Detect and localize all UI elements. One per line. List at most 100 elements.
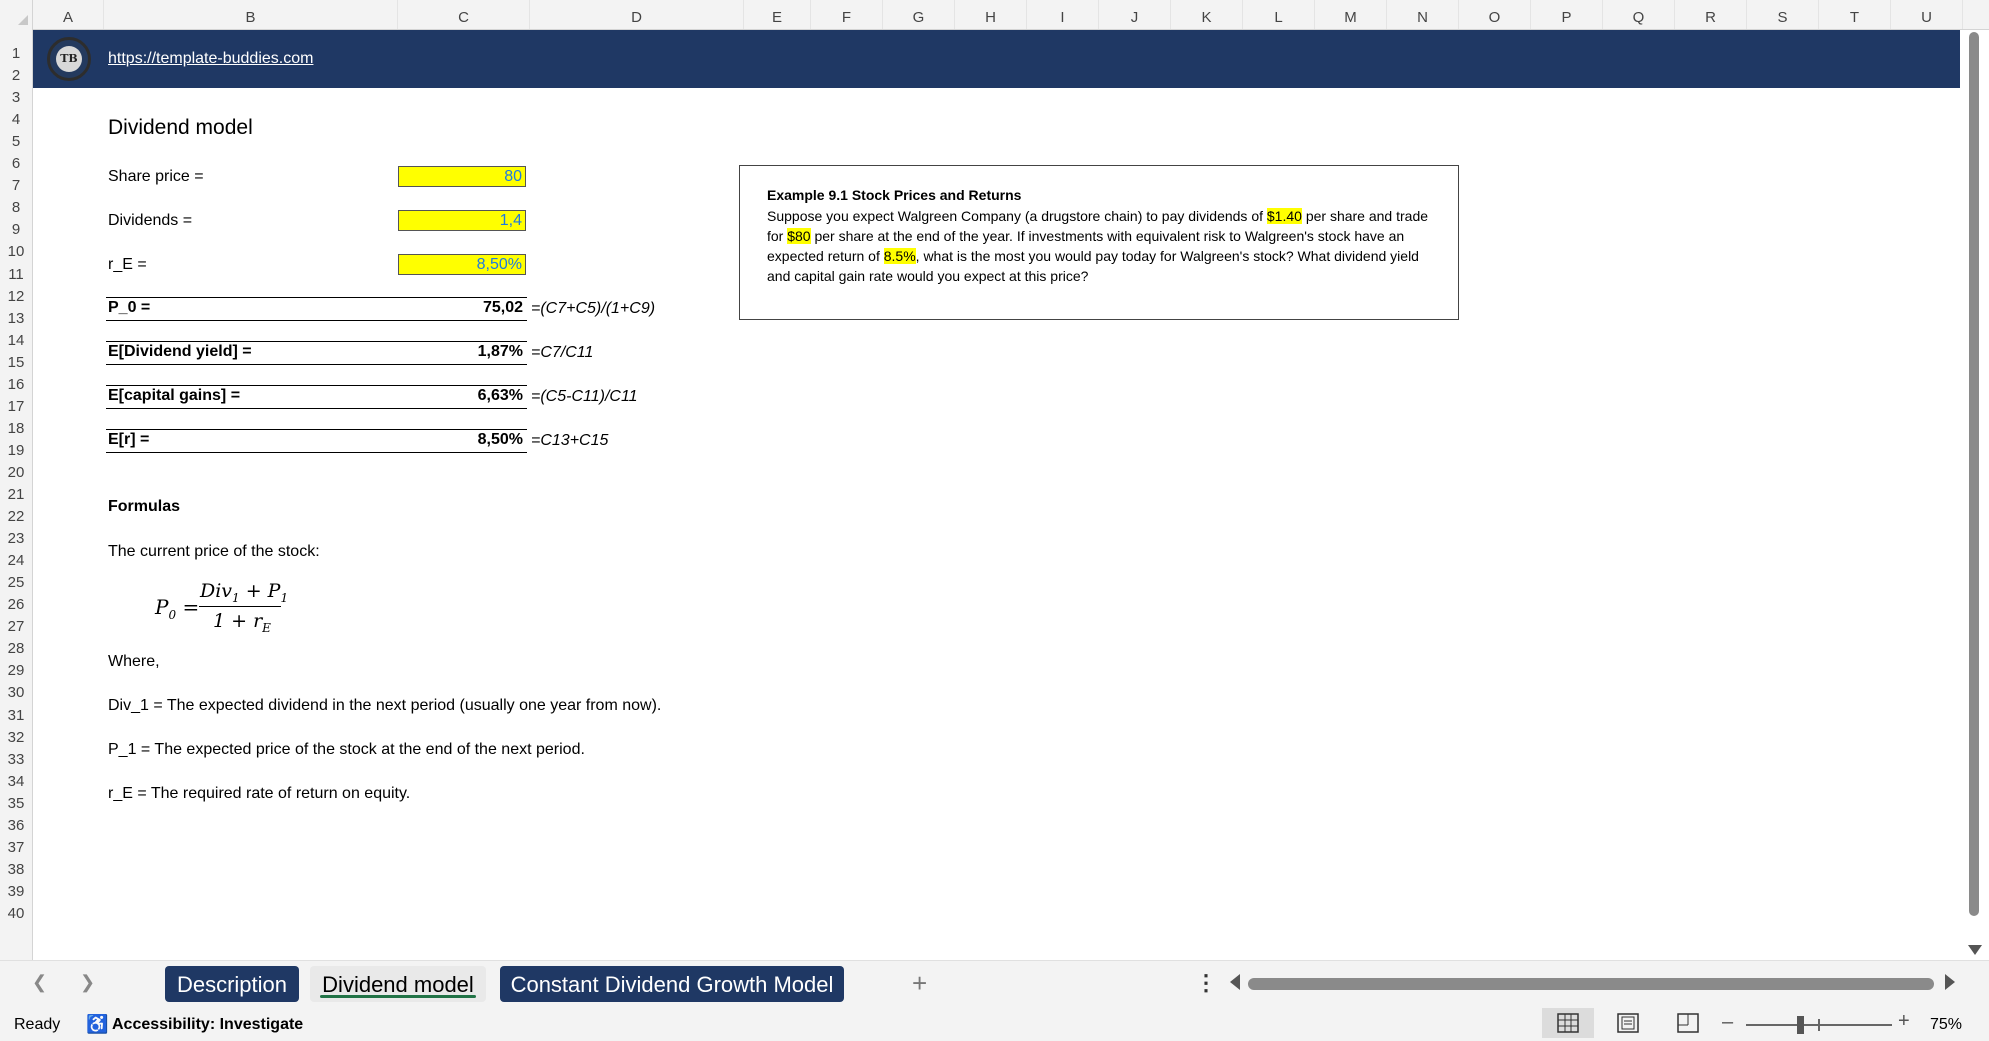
column-header-f[interactable]: F — [811, 0, 883, 29]
column-header-s[interactable]: S — [1747, 0, 1819, 29]
page-layout-view-button[interactable] — [1602, 1008, 1654, 1038]
row-header-7[interactable]: 7 — [0, 171, 32, 194]
row-header-30[interactable]: 30 — [0, 678, 32, 701]
column-header-q[interactable]: Q — [1603, 0, 1675, 29]
row-header-14[interactable]: 14 — [0, 326, 32, 349]
row-header-26[interactable]: 26 — [0, 590, 32, 613]
column-header-l[interactable]: L — [1243, 0, 1315, 29]
website-link[interactable]: https://template-buddies.com — [108, 50, 313, 68]
column-header-k[interactable]: K — [1171, 0, 1243, 29]
row-header-17[interactable]: 17 — [0, 392, 32, 415]
column-header-d[interactable]: D — [530, 0, 744, 29]
row-header-3[interactable]: 3 — [0, 83, 32, 106]
tab-constant-dividend-growth[interactable]: Constant Dividend Growth Model — [500, 966, 844, 1002]
column-header-p[interactable]: P — [1531, 0, 1603, 29]
definition-p1: P_1 = The expected price of the stock at… — [108, 741, 585, 758]
capital-gains-row[interactable]: E[capital gains] = 6,63% — [106, 385, 527, 409]
row-header-12[interactable]: 12 — [0, 282, 32, 305]
row-header-36[interactable]: 36 — [0, 811, 32, 834]
row-header-33[interactable]: 33 — [0, 745, 32, 768]
row-header-28[interactable]: 28 — [0, 634, 32, 657]
row-header-2[interactable]: 2 — [0, 61, 32, 84]
row-header-10[interactable]: 10 — [0, 237, 32, 260]
more-options-icon[interactable]: ⋮ — [1195, 970, 1217, 996]
row-header-22[interactable]: 22 — [0, 502, 32, 525]
column-header-i[interactable]: I — [1027, 0, 1099, 29]
column-header-r[interactable]: R — [1675, 0, 1747, 29]
row-header-21[interactable]: 21 — [0, 480, 32, 503]
accessibility-status[interactable]: Accessibility: Investigate — [112, 1016, 303, 1034]
scroll-right-arrow-icon[interactable] — [1945, 974, 1955, 990]
row-header-11[interactable]: 11 — [0, 260, 32, 283]
expected-return-label: E[r] = — [108, 431, 150, 448]
column-header-a[interactable]: A — [33, 0, 104, 29]
row-header-39[interactable]: 39 — [0, 877, 32, 900]
zoom-level[interactable]: 75% — [1930, 1016, 1962, 1034]
column-header-c[interactable]: C — [398, 0, 530, 29]
row-header-1[interactable]: 1 — [0, 39, 32, 62]
vertical-scrollbar-thumb[interactable] — [1969, 32, 1979, 916]
row-header-16[interactable]: 16 — [0, 370, 32, 393]
dividends-input[interactable]: 1,4 — [398, 210, 526, 231]
add-sheet-button[interactable]: + — [912, 968, 927, 999]
row-header-19[interactable]: 19 — [0, 436, 32, 459]
column-header-m[interactable]: M — [1315, 0, 1387, 29]
column-header-b[interactable]: B — [104, 0, 398, 29]
page-break-icon — [1677, 1013, 1699, 1033]
row-header-20[interactable]: 20 — [0, 458, 32, 481]
row-header-18[interactable]: 18 — [0, 414, 32, 437]
horizontal-scrollbar-thumb[interactable] — [1248, 978, 1934, 990]
row-header-15[interactable]: 15 — [0, 348, 32, 371]
row-header-37[interactable]: 37 — [0, 833, 32, 856]
column-header-n[interactable]: N — [1387, 0, 1459, 29]
column-header-h[interactable]: H — [955, 0, 1027, 29]
tab-description[interactable]: Description — [165, 966, 299, 1002]
eq-lhs-sub: 0 — [168, 608, 177, 622]
example-text-1: Suppose you expect Walgreen Company (a d… — [767, 208, 1267, 224]
column-header-t[interactable]: T — [1819, 0, 1891, 29]
zoom-slider-thumb[interactable] — [1797, 1016, 1804, 1034]
zoom-out-button[interactable]: – — [1722, 1011, 1733, 1034]
eq-fraction-bar — [199, 606, 281, 607]
column-header-j[interactable]: J — [1099, 0, 1171, 29]
re-input[interactable]: 8,50% — [398, 254, 526, 275]
column-header-g[interactable]: G — [883, 0, 955, 29]
row-header-38[interactable]: 38 — [0, 855, 32, 878]
row-header-6[interactable]: 6 — [0, 149, 32, 172]
row-header-34[interactable]: 34 — [0, 767, 32, 790]
expected-return-row[interactable]: E[r] = 8,50% — [106, 429, 527, 453]
tab-dividend-model[interactable]: Dividend model — [310, 966, 486, 1002]
row-header-25[interactable]: 25 — [0, 568, 32, 591]
row-header-27[interactable]: 27 — [0, 612, 32, 635]
row-header-9[interactable]: 9 — [0, 215, 32, 238]
row-header-40[interactable]: 40 — [0, 899, 32, 922]
column-header-e[interactable]: E — [744, 0, 811, 29]
scroll-left-arrow-icon[interactable] — [1230, 974, 1240, 990]
example-textbox[interactable]: Example 9.1 Stock Prices and Returns Sup… — [739, 165, 1459, 320]
row-header-23[interactable]: 23 — [0, 524, 32, 547]
normal-view-button[interactable] — [1542, 1008, 1594, 1038]
where-text: Where, — [108, 653, 160, 670]
zoom-in-button[interactable]: + — [1898, 1010, 1910, 1033]
tab-prev-icon[interactable]: ❮ — [32, 972, 47, 993]
select-all-corner[interactable] — [0, 0, 33, 29]
example-title: Example 9.1 Stock Prices and Returns — [767, 187, 1022, 203]
row-header-8[interactable]: 8 — [0, 193, 32, 216]
page-break-view-button[interactable] — [1662, 1008, 1714, 1038]
column-header-o[interactable]: O — [1459, 0, 1531, 29]
p0-row[interactable]: P_0 = 75,02 — [106, 297, 527, 321]
row-header-31[interactable]: 31 — [0, 701, 32, 724]
tab-next-icon[interactable]: ❯ — [80, 972, 95, 993]
row-header-4[interactable]: 4 — [0, 105, 32, 128]
share-price-input[interactable]: 80 — [398, 166, 526, 187]
scroll-down-arrow-icon[interactable] — [1968, 945, 1982, 955]
column-header-u[interactable]: U — [1891, 0, 1963, 29]
accessibility-icon[interactable]: ♿ — [86, 1014, 108, 1035]
row-header-35[interactable]: 35 — [0, 789, 32, 812]
row-header-24[interactable]: 24 — [0, 546, 32, 569]
dividend-yield-row[interactable]: E[Dividend yield] = 1,87% — [106, 341, 527, 365]
row-header-32[interactable]: 32 — [0, 723, 32, 746]
row-header-13[interactable]: 13 — [0, 304, 32, 327]
row-header-29[interactable]: 29 — [0, 656, 32, 679]
row-header-5[interactable]: 5 — [0, 127, 32, 150]
